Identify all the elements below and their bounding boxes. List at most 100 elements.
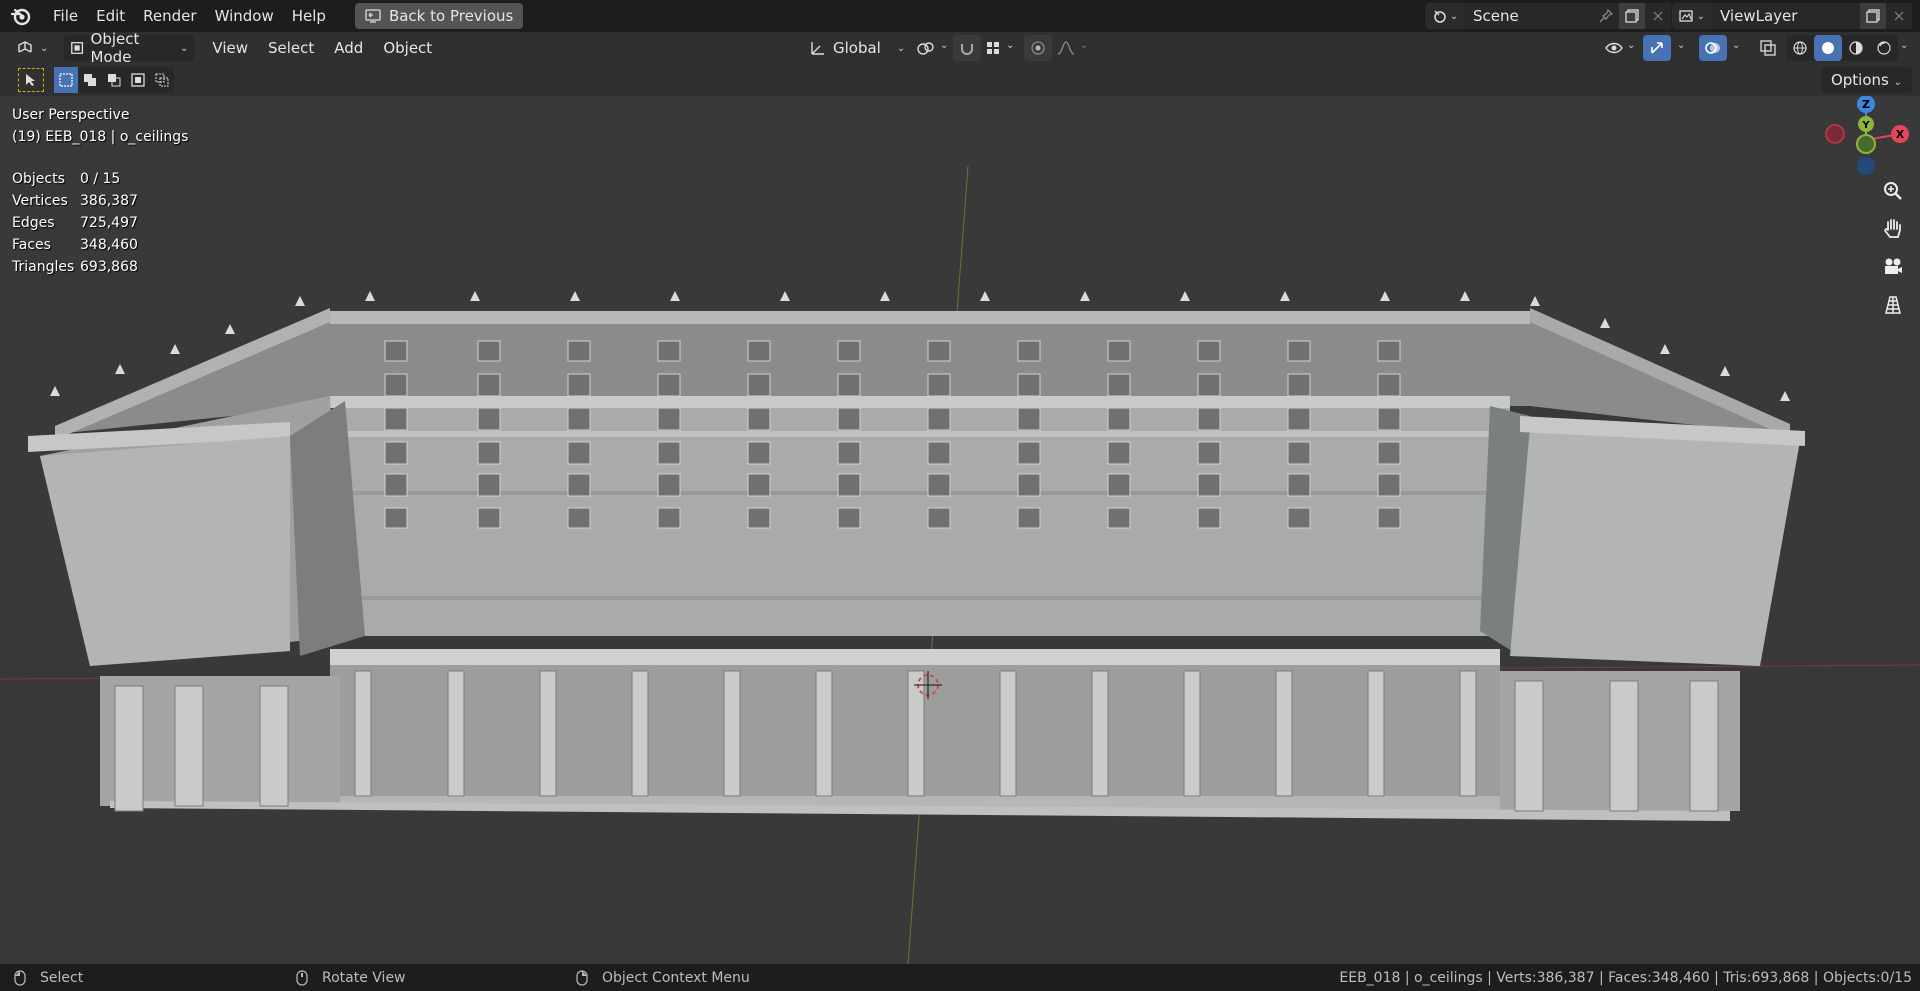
status-select-label: Select: [40, 969, 84, 986]
chevron-down-icon: ⌄: [40, 42, 49, 54]
navigation-gizmo[interactable]: Z Y X: [1820, 96, 1910, 180]
stat-value: 725,497: [80, 215, 138, 231]
chevron-down-icon: ⌄: [1696, 10, 1706, 22]
status-scene-info: EEB_018 | o_ceilings | Verts:386,387 | F…: [1339, 969, 1912, 986]
status-hint-rotate: Rotate View: [296, 970, 406, 986]
object-mode-label: Object Mode: [90, 30, 140, 66]
camera-view-icon[interactable]: [1878, 252, 1908, 282]
status-bar: Select Rotate View Object Context Menu E…: [0, 964, 1920, 991]
pan-hand-icon[interactable]: [1878, 214, 1908, 244]
menu-object[interactable]: Object: [373, 35, 442, 61]
falloff-curve-icon[interactable]: [1052, 35, 1080, 61]
status-hint-context: Object Context Menu: [576, 970, 750, 986]
chevron-down-icon[interactable]: ⌄: [1900, 40, 1908, 51]
selection-mode-group: [54, 67, 174, 93]
status-hint-select: Select: [14, 970, 83, 986]
scene-selector: ⌄ Scene: [1425, 3, 1671, 29]
stat-row: Faces 348,460: [12, 234, 138, 256]
stat-label: Vertices: [12, 193, 68, 209]
stat-value: 693,868: [80, 259, 138, 275]
visibility-eye-icon[interactable]: [1600, 35, 1628, 61]
snap-increment-icon[interactable]: [979, 35, 1007, 61]
menu-edit[interactable]: Edit: [87, 3, 134, 29]
menu-render[interactable]: Render: [134, 3, 205, 29]
back-button-label: Back to Previous: [388, 7, 514, 25]
chevron-down-icon[interactable]: ⌄: [1677, 40, 1685, 51]
chevron-down-icon[interactable]: ⌄: [1006, 40, 1014, 51]
pin-icon[interactable]: [1593, 3, 1619, 29]
xray-toggle-icon[interactable]: [1754, 35, 1782, 61]
material-shading-icon[interactable]: [1842, 35, 1870, 61]
chevron-down-icon[interactable]: ⌄: [1627, 40, 1635, 51]
scene-name-field[interactable]: Scene: [1465, 3, 1593, 29]
select-box-tool-icon[interactable]: [18, 68, 44, 92]
object-mode-dropdown[interactable]: Object Mode ⌄: [64, 30, 195, 66]
subtract-selection-icon[interactable]: [102, 67, 126, 93]
stat-row: Triangles 693,868: [12, 256, 138, 278]
stat-label: Triangles: [12, 259, 75, 275]
grid-perspective-icon[interactable]: [1878, 290, 1908, 320]
orientation-axes-icon: [811, 42, 824, 55]
mouse-middle-icon: [296, 969, 308, 986]
chevron-down-icon: ⌄: [180, 42, 189, 54]
stat-label: Faces: [12, 237, 51, 253]
scene-statistics: Objects 0 / 15 Vertices 386,387 Edges 725,4…: [12, 168, 138, 278]
active-object-label: (19) EEB_018 | o_ceilings: [12, 129, 189, 145]
menu-file[interactable]: File: [44, 3, 87, 29]
chevron-down-icon[interactable]: ⌄: [1080, 40, 1088, 51]
wireframe-shading-icon[interactable]: [1786, 35, 1814, 61]
rendered-shading-icon[interactable]: [1870, 35, 1898, 61]
blender-logo-icon[interactable]: [8, 3, 34, 29]
gizmo-z-label: Z: [1862, 98, 1870, 111]
menu-view[interactable]: View: [202, 35, 258, 61]
gizmo-toggle-icon[interactable]: [1643, 35, 1671, 61]
stat-row: Objects 0 / 15: [12, 168, 138, 190]
intersect-selection-icon[interactable]: [150, 67, 174, 93]
gizmo-x-label: X: [1896, 128, 1905, 141]
new-scene-icon[interactable]: [1619, 3, 1645, 29]
stat-value: 386,387: [80, 193, 138, 209]
snap-toggle-icon[interactable]: [953, 35, 981, 61]
orientation-label: Global: [833, 39, 881, 57]
transform-orientation-dropdown[interactable]: Global ⌄: [803, 35, 911, 61]
menu-help[interactable]: Help: [283, 3, 335, 29]
options-dropdown[interactable]: Options ⌄: [1820, 67, 1912, 93]
object-mode-icon: [71, 42, 84, 54]
pivot-point-icon[interactable]: [912, 35, 940, 61]
chevron-down-icon[interactable]: ⌄: [940, 40, 948, 51]
zoom-icon[interactable]: [1878, 176, 1908, 206]
chevron-down-icon: ⌄: [1893, 77, 1902, 88]
scene-type-dropdown[interactable]: ⌄: [1425, 3, 1465, 29]
chevron-down-icon[interactable]: ⌄: [1732, 40, 1740, 51]
new-selection-icon[interactable]: [54, 67, 78, 93]
view-layer-type-dropdown[interactable]: ⌄: [1672, 3, 1712, 29]
stat-label: Edges: [12, 215, 55, 231]
back-to-previous-button[interactable]: Back to Previous: [354, 3, 524, 29]
solid-shading-icon[interactable]: [1814, 35, 1842, 61]
menu-select[interactable]: Select: [258, 35, 324, 61]
overlays-toggle-icon[interactable]: [1699, 35, 1727, 61]
menu-window[interactable]: Window: [206, 3, 283, 29]
3d-viewport[interactable]: User Perspective (19) EEB_018 | o_ceilin…: [0, 96, 1920, 964]
status-context-label: Object Context Menu: [602, 969, 750, 986]
editor-type-dropdown[interactable]: ⌄: [10, 35, 54, 61]
3d-viewport-icon: [18, 41, 32, 53]
invert-selection-icon[interactable]: [126, 67, 150, 93]
top-menu-bar: File Edit Render Window Help Back to Pre…: [0, 0, 1920, 32]
tool-settings-bar: Options ⌄: [0, 64, 1920, 96]
perspective-label: User Perspective: [12, 107, 130, 123]
mouse-right-icon: [576, 969, 588, 986]
gizmo-y-label: Y: [1861, 120, 1870, 131]
shading-mode-group: [1786, 35, 1898, 61]
mouse-left-icon: [14, 969, 26, 986]
delete-view-layer-icon[interactable]: [1886, 3, 1912, 29]
stat-row: Edges 725,497: [12, 212, 138, 234]
extend-selection-icon[interactable]: [78, 67, 102, 93]
stat-value: 0 / 15: [80, 171, 121, 187]
menu-add[interactable]: Add: [324, 35, 373, 61]
proportional-editing-icon[interactable]: [1024, 35, 1052, 61]
delete-scene-icon[interactable]: [1645, 3, 1671, 29]
view-layer-selector: ⌄ ViewLayer: [1672, 3, 1912, 29]
new-view-layer-icon[interactable]: [1860, 3, 1886, 29]
view-layer-name-field[interactable]: ViewLayer: [1712, 3, 1860, 29]
